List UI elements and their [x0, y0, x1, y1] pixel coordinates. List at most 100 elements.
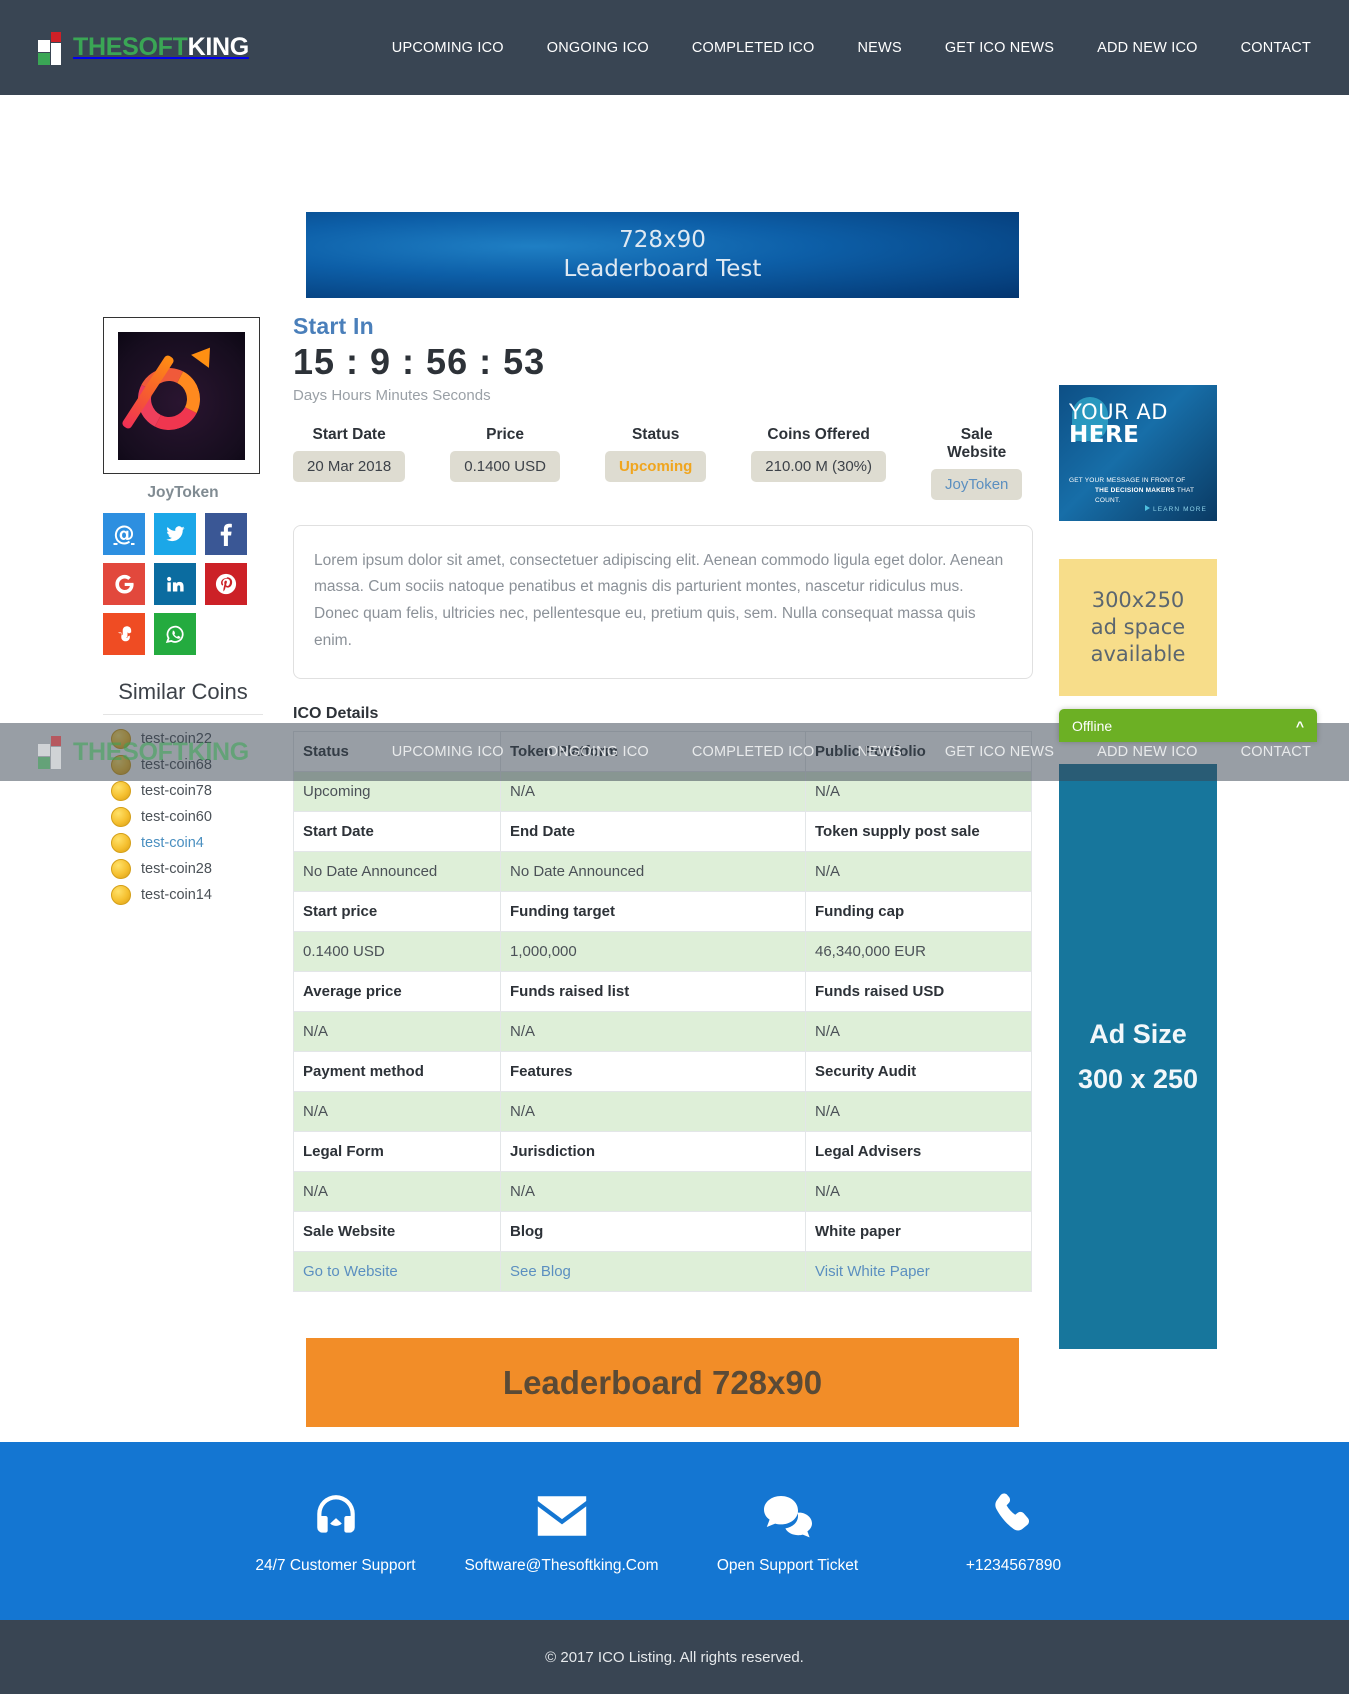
main-content: Start In 15 : 9 : 56 : 53 Days Hours Min…	[293, 313, 1033, 1428]
footer-contact-bar: 24/7 Customer Support Software@Thesoftki…	[0, 1442, 1349, 1620]
leaderboard-top-ad[interactable]: 728x90 Leaderboard Test	[306, 212, 1019, 298]
coin-circle-icon	[111, 807, 131, 827]
linkedin-icon[interactable]	[154, 563, 196, 605]
live-chat-widget[interactable]: Offline ^	[1059, 709, 1317, 742]
top-navigation-bar: THESOFTKING UPCOMING ICO ONGOING ICO COM…	[0, 0, 1349, 95]
sale-website-link[interactable]: JoyToken	[931, 468, 1023, 500]
table-row: No Date Announced No Date Announced N/A	[293, 851, 1032, 893]
yellow-ad-line2: ad space	[1090, 615, 1186, 640]
table-cell: N/A	[500, 771, 806, 813]
stat-label: Start Date	[312, 425, 386, 443]
list-item[interactable]: test-coin28	[103, 856, 263, 882]
nav-item-news[interactable]: NEWS	[858, 40, 902, 56]
footer-item-phone[interactable]: +1234567890	[901, 1488, 1127, 1575]
list-item[interactable]: test-coin14	[103, 882, 263, 908]
table-cell: N/A	[293, 1091, 501, 1133]
nav-item-add-new-ico[interactable]: ADD NEW ICO	[1097, 40, 1197, 56]
table-cell: N/A	[805, 1171, 1032, 1213]
ico-description-box: Lorem ipsum dolor sit amet, consectetuer…	[293, 524, 1033, 680]
whatsapp-icon[interactable]	[154, 613, 196, 655]
teal-ad-placeholder[interactable]: Ad Size 300 x 250	[1059, 764, 1217, 1349]
stat-label: Status	[631, 425, 680, 443]
table-header-cell: Blog	[500, 1211, 806, 1253]
table-header-cell: Start Date	[293, 811, 501, 853]
table-cell: N/A	[805, 771, 1032, 813]
learn-more-cta[interactable]: LEARN MORE	[1145, 505, 1207, 513]
table-header-cell: Legal Form	[293, 1131, 501, 1173]
similar-coins-heading: Similar Coins	[103, 679, 263, 715]
go-to-website-link[interactable]: Go to Website	[303, 1263, 398, 1280]
squares-logo-icon	[38, 31, 70, 65]
facebook-icon[interactable]	[205, 513, 247, 555]
leaderboard-bottom-ad[interactable]: Leaderboard 728x90	[306, 1338, 1019, 1428]
list-item[interactable]: test-coin60	[103, 804, 263, 830]
list-item[interactable]: test-coin22	[103, 726, 263, 752]
chevron-up-icon[interactable]: ^	[1296, 718, 1304, 734]
see-blog-link[interactable]: See Blog	[510, 1263, 571, 1280]
table-cell: N/A	[805, 851, 1032, 893]
list-item[interactable]: test-coin68	[103, 752, 263, 778]
table-header-cell: Features	[500, 1051, 806, 1093]
table-header-cell: Security Audit	[805, 1051, 1032, 1093]
coin-circle-icon	[111, 781, 131, 801]
table-header-cell: Legal Advisers	[805, 1131, 1032, 1173]
yellow-ad-line1: 300x250	[1091, 588, 1185, 613]
table-cell: 46,340,000 EUR	[805, 931, 1032, 973]
table-row: Start Date End Date Token supply post sa…	[293, 811, 1032, 853]
yellow-ad-placeholder[interactable]: 300x250 ad space available	[1059, 559, 1217, 696]
google-plus-icon[interactable]	[103, 563, 145, 605]
logo-text-king: KING	[187, 33, 250, 61]
stat-label: Price	[486, 425, 525, 443]
leaderboard-top-line2: Leaderboard Test	[563, 256, 762, 282]
logo-text-the: THESOFT	[73, 33, 188, 61]
visit-white-paper-link[interactable]: Visit White Paper	[815, 1263, 930, 1280]
play-triangle-icon	[1145, 505, 1151, 511]
stat-value: 0.1400 USD	[450, 450, 560, 482]
coin-logo-frame	[103, 317, 260, 474]
nav-item-contact[interactable]: CONTACT	[1241, 40, 1311, 56]
stat-value: 210.00 M (30%)	[751, 450, 887, 482]
status-badge: Upcoming	[604, 450, 707, 482]
coin-circle-icon	[111, 729, 131, 749]
similar-coin-label: test-coin68	[141, 757, 212, 773]
similar-coin-label: test-coin22	[141, 731, 212, 747]
table-row: N/A N/A N/A	[293, 1091, 1032, 1133]
site-logo[interactable]: THESOFTKING	[38, 31, 250, 65]
table-header-cell: White paper	[805, 1211, 1032, 1253]
coin-circle-icon	[111, 755, 131, 775]
your-ad-line1: YOUR AD	[1069, 400, 1168, 424]
countdown-units-label: Days Hours Minutes Seconds	[293, 386, 491, 404]
twitter-icon[interactable]	[154, 513, 196, 555]
chat-status-label: Offline	[1072, 717, 1113, 734]
footer-item-ticket[interactable]: Open Support Ticket	[675, 1488, 901, 1575]
table-cell: N/A	[805, 1091, 1032, 1133]
stat-value: 20 Mar 2018	[293, 450, 406, 482]
footer-item-support[interactable]: 24/7 Customer Support	[223, 1488, 449, 1575]
table-row: Status Token Platform Public Portfolio	[293, 731, 1032, 773]
stumbleupon-icon[interactable]	[103, 613, 145, 655]
nav-item-completed-ico[interactable]: COMPLETED ICO	[692, 40, 815, 56]
table-header-cell: Funding cap	[805, 891, 1032, 933]
email-icon[interactable]: @	[103, 513, 145, 555]
table-cell: N/A	[293, 1171, 501, 1213]
teal-ad-line1: Ad Size	[1089, 1018, 1187, 1049]
copyright-text: © 2017 ICO Listing. All rights reserved.	[545, 1648, 804, 1666]
similar-coin-label: test-coin78	[141, 783, 212, 799]
table-header-cell: Funds raised list	[500, 971, 806, 1013]
table-cell: Upcoming	[293, 771, 501, 813]
table-header-cell: Token Platform	[500, 731, 806, 773]
table-header-cell: Token supply post sale	[805, 811, 1032, 853]
list-item[interactable]: test-coin4	[103, 830, 263, 856]
nav-item-get-ico-news[interactable]: GET ICO NEWS	[945, 40, 1054, 56]
social-share-buttons: @	[103, 513, 247, 655]
list-item[interactable]: test-coin78	[103, 778, 263, 804]
pinterest-icon[interactable]	[205, 563, 247, 605]
your-ad-here-banner[interactable]: YOUR AD HERE GET YOUR MESSAGE IN FRONT O…	[1059, 385, 1217, 521]
nav-item-ongoing-ico[interactable]: ONGOING ICO	[547, 40, 649, 56]
headset-icon	[223, 1488, 449, 1544]
table-header-cell: End Date	[500, 811, 806, 853]
table-header-cell: Funds raised USD	[805, 971, 1032, 1013]
footer-item-email[interactable]: Software@Thesoftking.Com	[449, 1488, 675, 1575]
table-row: N/A N/A N/A	[293, 1011, 1032, 1053]
nav-item-upcoming-ico[interactable]: UPCOMING ICO	[392, 40, 504, 56]
